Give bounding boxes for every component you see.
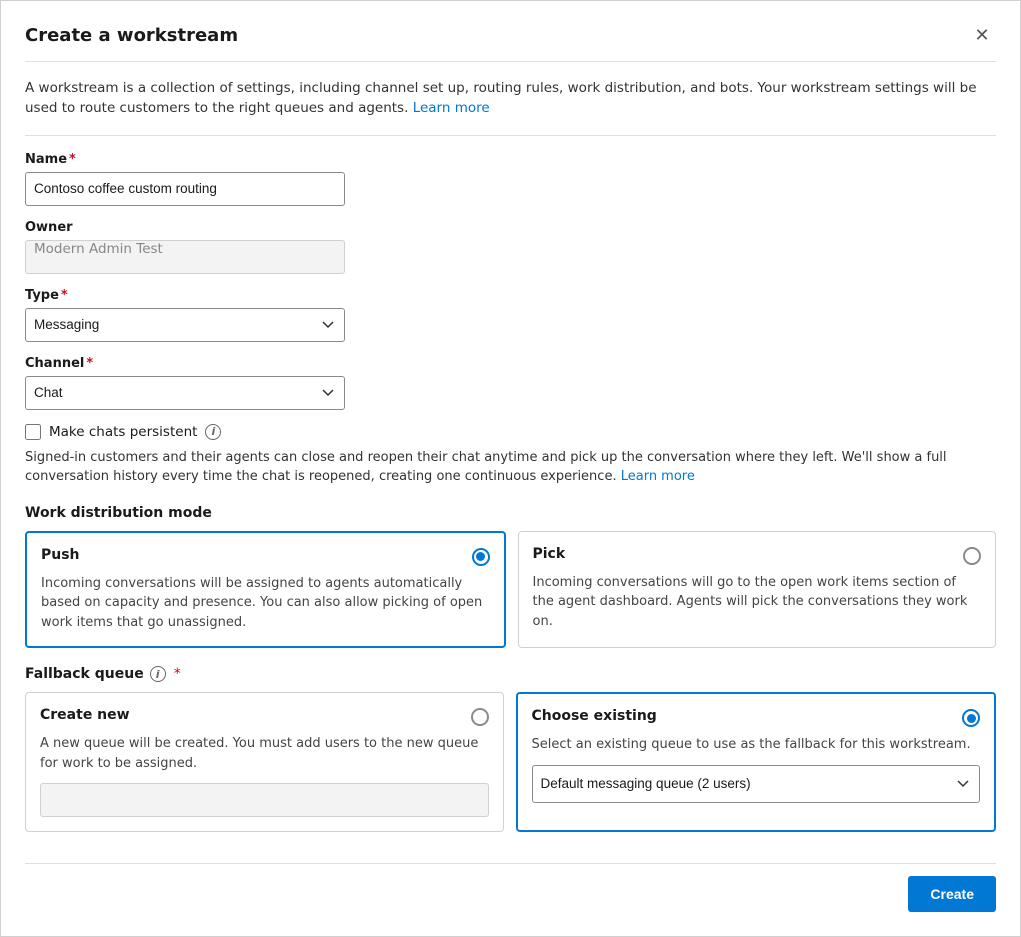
choose-existing-radio[interactable] bbox=[962, 709, 980, 727]
fallback-label: Fallback queue bbox=[25, 666, 144, 682]
type-label: Type* bbox=[25, 288, 996, 303]
fallback-info-icon: i bbox=[150, 666, 166, 682]
name-label: Name* bbox=[25, 152, 996, 167]
create-new-desc: A new queue will be created. You must ad… bbox=[40, 734, 489, 773]
push-card-desc: Incoming conversations will be assigned … bbox=[41, 574, 490, 633]
pick-card-header: Pick bbox=[533, 546, 982, 565]
channel-select[interactable]: Chat Email SMS bbox=[25, 376, 345, 410]
persistent-description: Signed-in customers and their agents can… bbox=[25, 448, 996, 487]
owner-label: Owner bbox=[25, 220, 996, 235]
create-new-card-header: Create new bbox=[40, 707, 489, 726]
pick-card-title: Pick bbox=[533, 546, 566, 562]
make-persistent-checkbox[interactable] bbox=[25, 424, 41, 440]
header-divider bbox=[25, 61, 996, 62]
dialog-description: A workstream is a collection of settings… bbox=[25, 78, 996, 119]
channel-label: Channel* bbox=[25, 356, 996, 371]
dialog-title: Create a workstream bbox=[25, 25, 238, 46]
owner-field-group: Owner Modern Admin Test bbox=[25, 220, 996, 274]
choose-existing-desc: Select an existing queue to use as the f… bbox=[532, 735, 981, 755]
pick-radio[interactable] bbox=[963, 547, 981, 565]
create-new-radio[interactable] bbox=[471, 708, 489, 726]
fallback-label-row: Fallback queue i * bbox=[25, 666, 996, 682]
choose-existing-card[interactable]: Choose existing Select an existing queue… bbox=[516, 692, 997, 832]
dialog-footer: Create bbox=[25, 863, 996, 912]
create-new-title: Create new bbox=[40, 707, 130, 723]
create-button[interactable]: Create bbox=[908, 876, 996, 912]
create-workstream-dialog: Create a workstream ✕ A workstream is a … bbox=[0, 0, 1021, 937]
learn-more-link-persistent[interactable]: Learn more bbox=[621, 469, 695, 484]
owner-display: Modern Admin Test bbox=[25, 240, 345, 274]
close-button[interactable]: ✕ bbox=[968, 21, 996, 49]
fallback-cards: Create new A new queue will be created. … bbox=[25, 692, 996, 832]
dialog-header: Create a workstream ✕ bbox=[25, 21, 996, 49]
queue-select[interactable]: Default messaging queue (2 users) Custom… bbox=[532, 765, 981, 803]
work-dist-cards: Push Incoming conversations will be assi… bbox=[25, 531, 996, 649]
learn-more-link-top[interactable]: Learn more bbox=[413, 100, 490, 116]
push-card-title: Push bbox=[41, 547, 80, 563]
desc-divider bbox=[25, 135, 996, 136]
push-card-header: Push bbox=[41, 547, 490, 566]
channel-field-group: Channel* Chat Email SMS bbox=[25, 356, 996, 410]
work-dist-section-title: Work distribution mode bbox=[25, 505, 996, 521]
choose-existing-title: Choose existing bbox=[532, 708, 657, 724]
persistent-info-icon: i bbox=[205, 424, 221, 440]
create-new-input-placeholder bbox=[40, 783, 489, 817]
choose-existing-card-header: Choose existing bbox=[532, 708, 981, 727]
push-radio[interactable] bbox=[472, 548, 490, 566]
make-persistent-label[interactable]: Make chats persistent bbox=[49, 424, 197, 440]
name-field-group: Name* bbox=[25, 152, 996, 206]
pick-card[interactable]: Pick Incoming conversations will go to t… bbox=[518, 531, 997, 649]
push-card[interactable]: Push Incoming conversations will be assi… bbox=[25, 531, 506, 649]
type-select[interactable]: Messaging Voice bbox=[25, 308, 345, 342]
create-new-card[interactable]: Create new A new queue will be created. … bbox=[25, 692, 504, 832]
pick-card-desc: Incoming conversations will go to the op… bbox=[533, 573, 982, 632]
name-input[interactable] bbox=[25, 172, 345, 206]
type-field-group: Type* Messaging Voice bbox=[25, 288, 996, 342]
persistent-checkbox-row: Make chats persistent i bbox=[25, 424, 996, 440]
